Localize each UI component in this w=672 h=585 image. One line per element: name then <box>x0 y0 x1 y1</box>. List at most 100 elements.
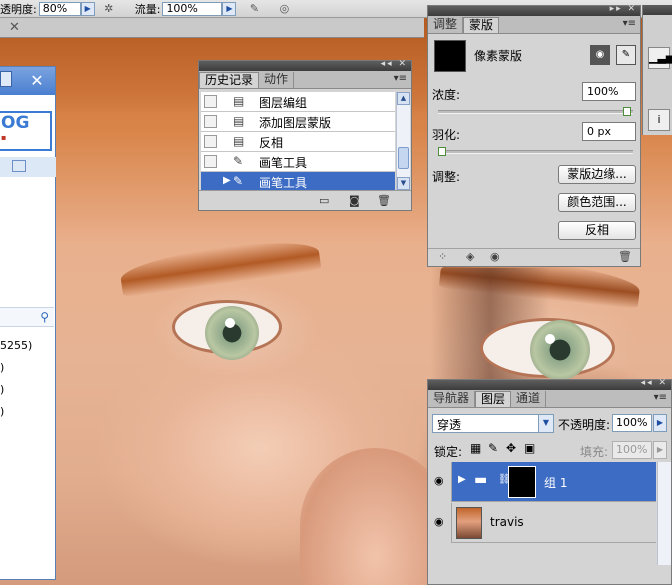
history-item[interactable]: ▤ 添加图层蒙版 <box>201 112 395 132</box>
left-eyebrow <box>118 234 322 298</box>
opacity-input[interactable]: 80% <box>38 1 81 16</box>
layer-name[interactable]: 组 1 <box>544 474 567 491</box>
snapshot-checkbox[interactable] <box>204 135 217 148</box>
color-range-button[interactable]: 颜色范围... <box>558 193 636 212</box>
feather-slider[interactable] <box>438 147 633 156</box>
layer-opacity-input[interactable]: 100% <box>612 414 652 432</box>
mask-type-label: 像素蒙版 <box>474 49 523 63</box>
scroll-thumb[interactable] <box>398 147 409 169</box>
snapshot-checkbox[interactable] <box>204 95 217 108</box>
trash-icon[interactable]: 🗑 <box>618 250 632 263</box>
visibility-toggle[interactable]: ◉ <box>430 462 452 502</box>
collapse-close-icon[interactable]: ◂◂ ✕ <box>381 59 408 69</box>
window-icon[interactable] <box>12 160 26 172</box>
search-box[interactable]: ⚲ <box>0 307 54 327</box>
lock-all-icon[interactable]: ▣ <box>524 441 535 455</box>
list-item[interactable]: ) <box>0 379 32 401</box>
pixel-mask-icon[interactable]: ◉ <box>590 45 610 65</box>
layer-row-group[interactable]: ◉ ▶ ▬ ⛓ 组 1 <box>430 462 656 502</box>
layer-mask-thumbnail[interactable] <box>508 466 536 498</box>
history-item-selected[interactable]: ▶ ✎ 画笔工具 <box>201 172 395 190</box>
visibility-toggle[interactable]: ◉ <box>430 503 452 543</box>
list-item[interactable]: ) <box>0 357 32 379</box>
layers-scrollbar[interactable] <box>657 462 671 565</box>
scroll-up-icon[interactable]: ▲ <box>397 92 410 105</box>
airbrush-icon[interactable]: ✲ <box>101 2 117 16</box>
lock-move-icon[interactable]: ✥ <box>506 441 516 455</box>
history-scrollbar[interactable]: ▲ ▼ <box>396 92 410 190</box>
history-item[interactable]: ✎ 画笔工具 <box>201 152 395 172</box>
feather-slider-knob[interactable] <box>438 147 446 156</box>
close-document-icon[interactable]: ✕ <box>9 20 20 35</box>
expand-arrow-icon[interactable]: ▶ <box>458 474 466 485</box>
masks-panel: ▸▸ ✕ 调整 蒙版 ▾≡ 像素蒙版 ◉ ✎ 浓度: 100% 羽化: 0 px… <box>427 4 641 267</box>
histogram-icon[interactable]: ▁▃▅ <box>648 47 672 69</box>
logo-text: OG <box>1 113 30 133</box>
panel-titlebar <box>643 5 672 15</box>
layer-row-image[interactable]: ◉ travis <box>430 503 656 543</box>
history-item[interactable]: ▤ 反相 <box>201 132 395 152</box>
tab-masks[interactable]: 蒙版 <box>463 17 500 33</box>
collapse-close-icon[interactable]: ◂◂ ✕ <box>641 378 668 388</box>
eye-icon[interactable]: ◉ <box>434 515 444 528</box>
vector-mask-icon[interactable]: ✎ <box>616 45 636 65</box>
mask-thumbnail <box>434 40 466 72</box>
snapshot-checkbox[interactable] <box>204 175 217 188</box>
tab-layers[interactable]: 图层 <box>475 391 512 407</box>
tab-channels[interactable]: 通道 <box>511 391 547 407</box>
trash-icon[interactable]: 🗑 <box>377 194 391 207</box>
list-item[interactable]: 5255) <box>0 335 32 357</box>
fill-input[interactable]: 100% <box>612 441 652 459</box>
flow-arrow-icon[interactable]: ▶ <box>222 1 237 16</box>
snapshot-checkbox[interactable] <box>204 155 217 168</box>
layer-thumbnail[interactable] <box>456 507 482 539</box>
flow-label: 流量: <box>134 2 161 16</box>
lock-brush-icon[interactable]: ✎ <box>488 441 498 455</box>
camera-icon[interactable]: ◙ <box>349 194 360 207</box>
eye-icon[interactable]: ◉ <box>434 474 444 487</box>
mask-edge-button[interactable]: 蒙版边缘... <box>558 165 636 184</box>
fill-label: 填充: <box>580 445 609 459</box>
apply-mask-icon[interactable]: ◈ <box>466 250 474 263</box>
close-icon[interactable]: ✕ <box>28 72 46 90</box>
snapshot-checkbox[interactable] <box>204 115 217 128</box>
lock-transparent-icon[interactable]: ▦ <box>470 441 481 455</box>
eye-icon[interactable]: ◉ <box>490 250 500 263</box>
tab-actions[interactable]: 动作 <box>259 72 295 88</box>
pen-pressure-icon[interactable]: ✎ <box>246 2 262 16</box>
panel-menu-icon[interactable]: ▾≡ <box>394 73 407 84</box>
list-item[interactable]: ) <box>0 401 32 423</box>
tab-history[interactable]: 历史记录 <box>199 72 260 88</box>
new-document-icon[interactable]: ▭ <box>319 194 329 207</box>
left-iris <box>205 306 259 360</box>
chevron-down-icon[interactable]: ▼ <box>538 415 553 432</box>
tab-adjustments[interactable]: 调整 <box>428 17 464 33</box>
density-input[interactable]: 100% <box>582 82 636 101</box>
layer-opacity-label: 不透明度: <box>558 418 611 432</box>
tablet-icon[interactable]: ◎ <box>276 2 292 16</box>
invert-button[interactable]: 反相 <box>558 221 636 240</box>
density-slider-knob[interactable] <box>623 107 631 116</box>
fill-arrow-icon[interactable]: ▶ <box>653 441 667 459</box>
opacity-arrow-icon[interactable]: ▶ <box>80 1 95 16</box>
history-list: ▤ 图层编组 ▤ 添加图层蒙版 ▤ 反相 ✎ 画笔工具 ▶ ✎ 画笔工具 <box>201 92 395 190</box>
history-item[interactable]: ▤ 图层编组 <box>201 92 395 112</box>
adjust-label: 调整: <box>432 170 461 184</box>
density-slider[interactable] <box>438 107 633 116</box>
scroll-down-icon[interactable]: ▼ <box>397 177 410 190</box>
blend-mode-select[interactable]: 穿透 ▼ <box>432 414 554 433</box>
info-icon[interactable]: i <box>648 109 670 131</box>
panel-menu-icon[interactable]: ▾≡ <box>623 18 636 29</box>
layer-name[interactable]: travis <box>490 515 524 529</box>
load-selection-icon[interactable]: ⁘ <box>438 250 447 263</box>
feather-input[interactable]: 0 px <box>582 122 636 141</box>
minimize-icon[interactable] <box>0 71 12 87</box>
opacity-arrow-icon[interactable]: ▶ <box>653 414 667 432</box>
window-titlebar: ✕ <box>0 67 55 95</box>
history-tabs: 历史记录 动作 ▾≡ <box>199 71 411 89</box>
panel-menu-icon[interactable]: ▾≡ <box>654 392 667 403</box>
search-icon[interactable]: ⚲ <box>40 310 49 324</box>
flow-input[interactable]: 100% <box>162 1 223 16</box>
tab-navigator[interactable]: 导航器 <box>428 391 476 407</box>
collapse-close-icon[interactable]: ▸▸ ✕ <box>610 4 637 14</box>
